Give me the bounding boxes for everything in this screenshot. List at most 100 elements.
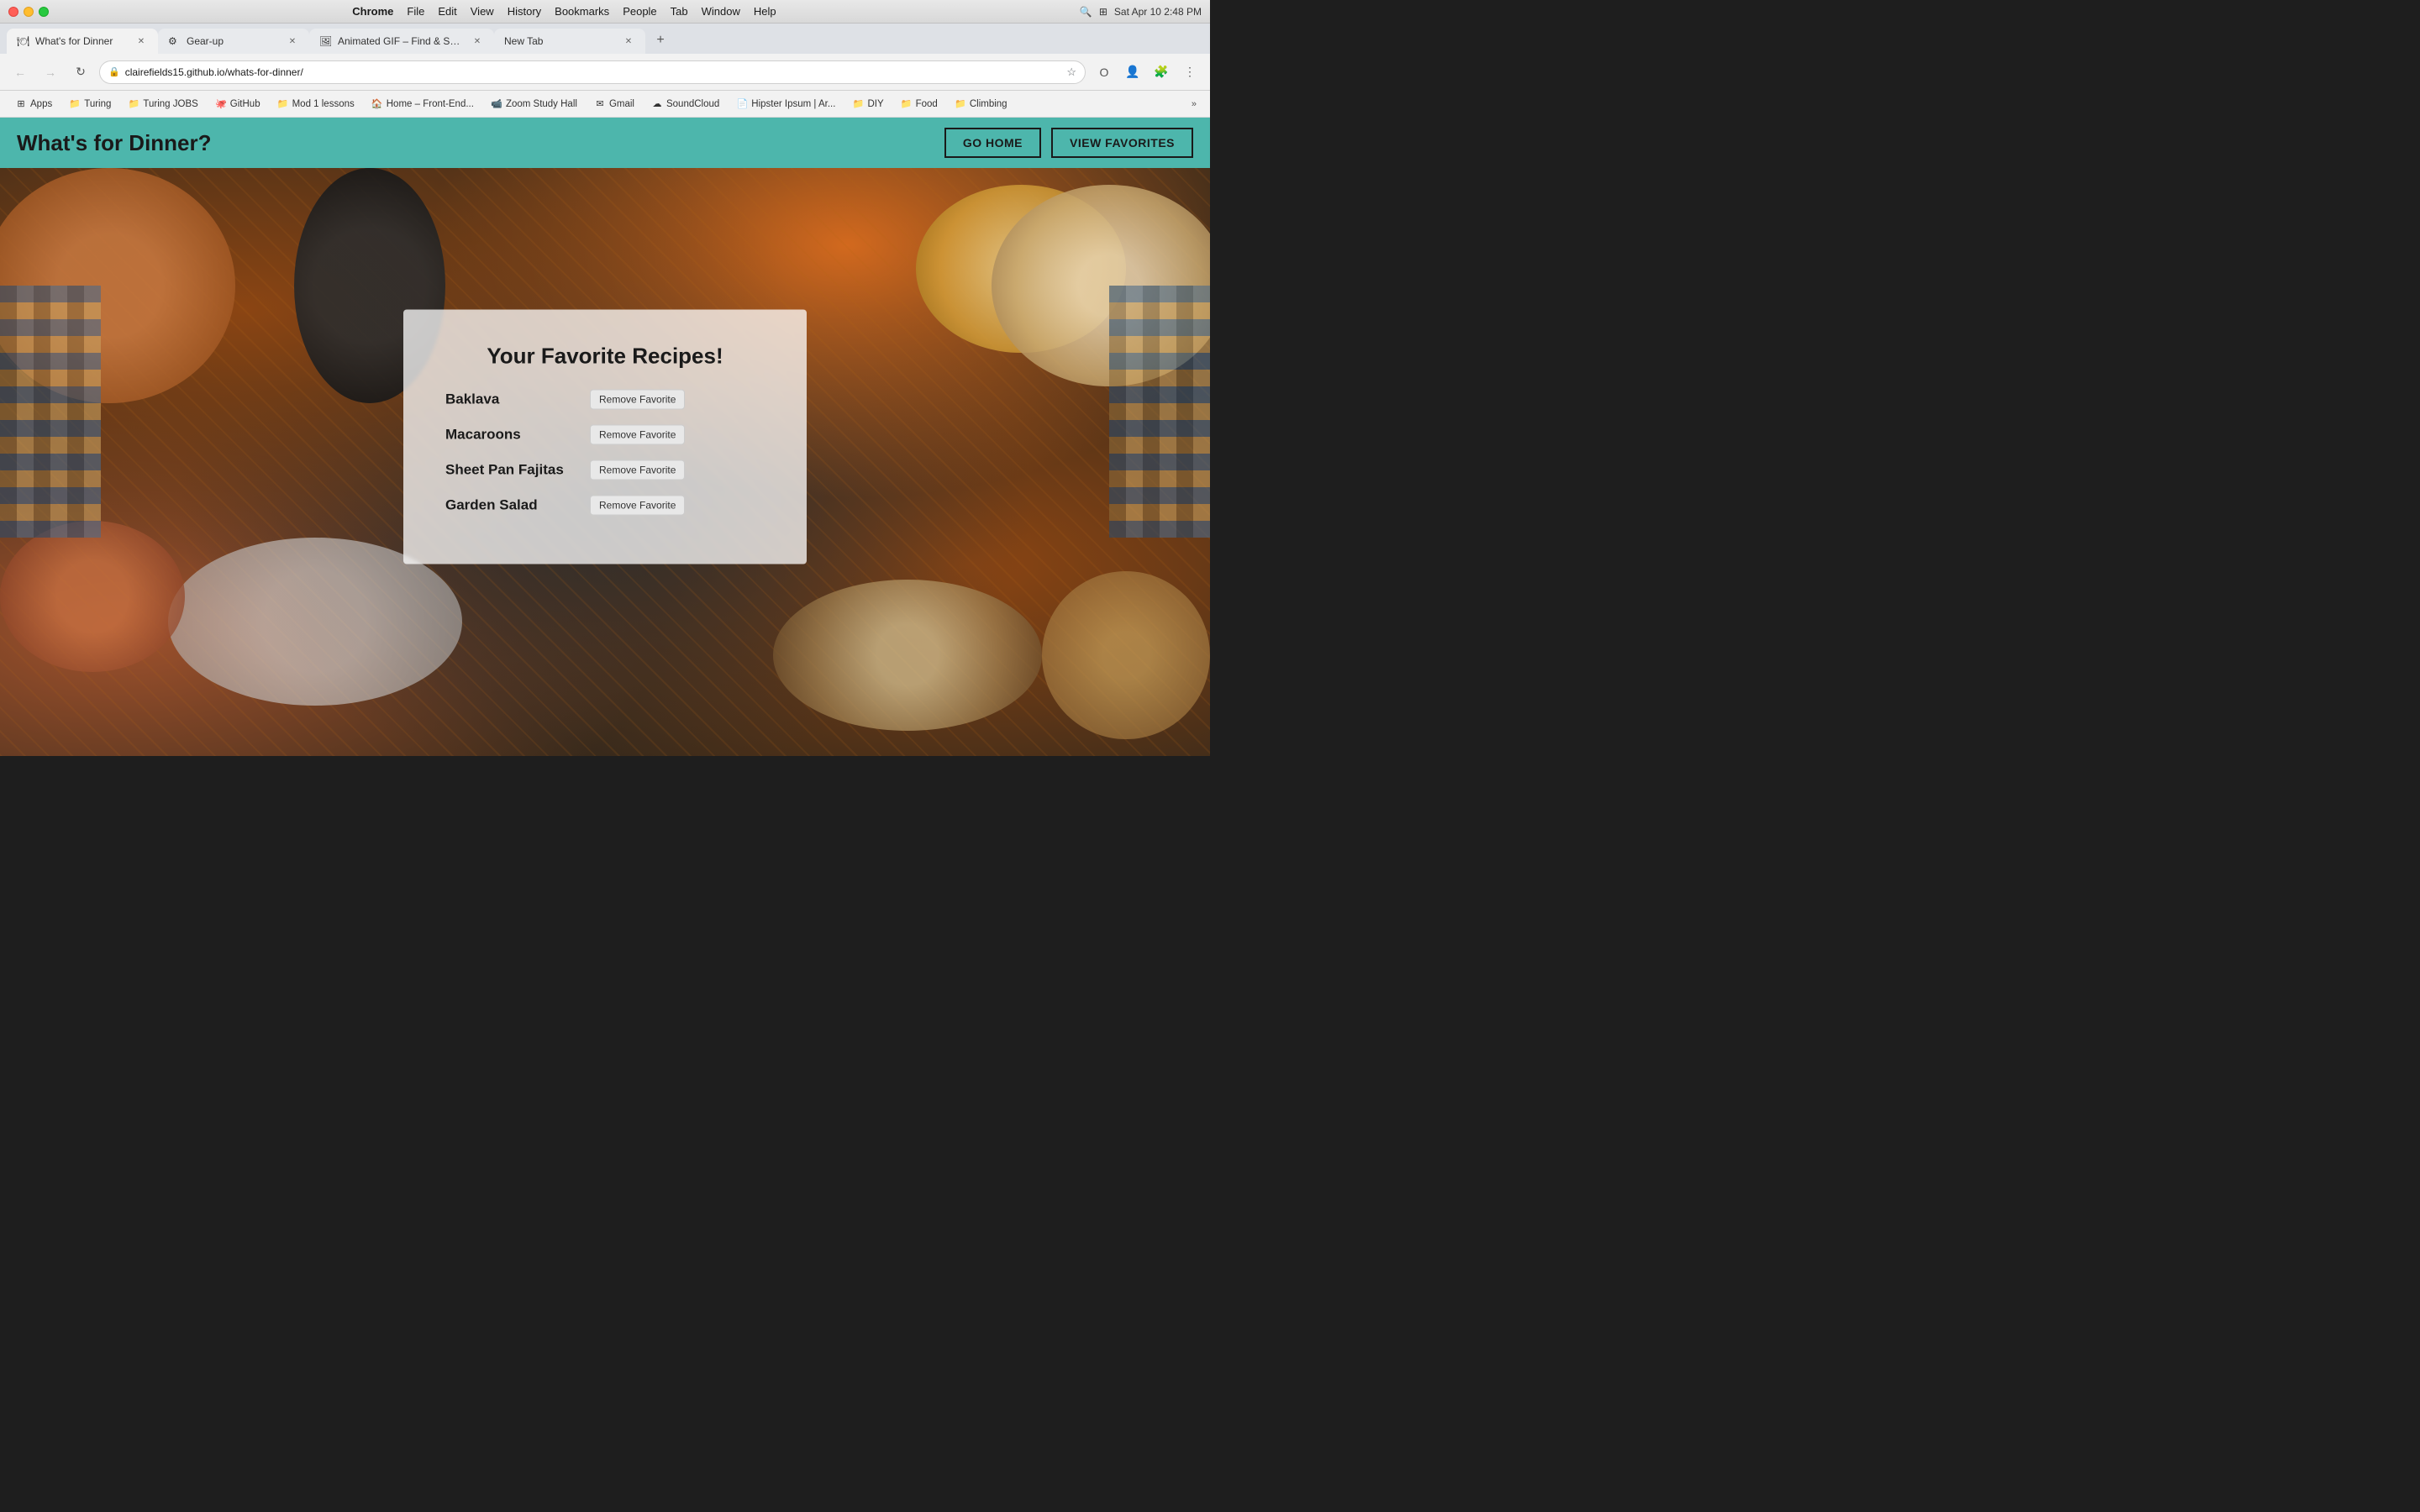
recipe-name-macaroons: Macaroons <box>445 427 580 444</box>
tab2-favicon: ⚙ <box>168 35 180 47</box>
tab2-title: Gear-up <box>187 35 279 47</box>
tab-gear-up[interactable]: ⚙ Gear-up ✕ <box>158 29 309 54</box>
bookmark-diy-label: DIY <box>867 99 883 109</box>
spotlight-icon[interactable]: 🔍 <box>1080 6 1092 18</box>
recipe-item-macaroons: Macaroons Remove Favorite <box>445 425 765 445</box>
recipe-item-baklava: Baklava Remove Favorite <box>445 390 765 410</box>
bookmark-mod1-label: Mod 1 lessons <box>292 99 355 109</box>
bookmark-star-icon[interactable]: ☆ <box>1066 66 1076 79</box>
titlebar-left <box>8 7 49 17</box>
folder-icon-2: 📁 <box>128 98 139 110</box>
extensions-icon[interactable]: 🧩 <box>1150 60 1173 84</box>
clock: Sat Apr 10 2:48 PM <box>1114 6 1202 18</box>
tab-animated-gif[interactable]: 🖼 Animated GIF – Find & Share Or... ✕ <box>309 29 494 54</box>
tab4-close[interactable]: ✕ <box>622 34 635 48</box>
tab1-title: What's for Dinner <box>35 35 128 47</box>
recipe-name-baklava: Baklava <box>445 391 580 408</box>
bookmark-gmail-label: Gmail <box>609 99 634 109</box>
menu-view[interactable]: View <box>471 5 494 18</box>
food-patch-4 <box>1042 571 1210 739</box>
menu-help[interactable]: Help <box>754 5 776 18</box>
bookmark-github-label: GitHub <box>230 99 260 109</box>
bookmark-mod1[interactable]: 📁 Mod 1 lessons <box>271 95 361 113</box>
tab-whats-for-dinner[interactable]: 🍽 What's for Dinner ✕ <box>7 29 158 54</box>
github-icon: 🐙 <box>215 98 227 110</box>
menu-window[interactable]: Window <box>702 5 740 18</box>
bookmark-turing-jobs-label: Turing JOBS <box>143 99 197 109</box>
app-content: What's for Dinner? GO HOME VIEW FAVORITE… <box>0 118 1210 756</box>
bookmark-gmail[interactable]: ✉ Gmail <box>587 95 641 113</box>
settings-icon[interactable]: ⋮ <box>1178 60 1202 84</box>
bookmark-diy[interactable]: 📁 DIY <box>845 95 890 113</box>
bookmark-food[interactable]: 📁 Food <box>894 95 944 113</box>
reload-button[interactable]: ↻ <box>69 60 92 84</box>
remove-macaroons-button[interactable]: Remove Favorite <box>590 425 685 445</box>
bookmarks-more-button[interactable]: » <box>1186 96 1202 113</box>
recipe-name-sheet-pan-fajitas: Sheet Pan Fajitas <box>445 462 580 479</box>
recipe-item-sheet-pan-fajitas: Sheet Pan Fajitas Remove Favorite <box>445 460 765 480</box>
view-favorites-button[interactable]: VIEW FAVORITES <box>1051 128 1193 158</box>
tab4-title: New Tab <box>504 35 615 47</box>
forward-button[interactable]: → <box>39 60 62 84</box>
bookmark-climbing[interactable]: 📁 Climbing <box>948 95 1014 113</box>
menu-edit[interactable]: Edit <box>438 5 456 18</box>
bookmark-home-frontend[interactable]: 🏠 Home – Front-End... <box>365 95 481 113</box>
control-center-icon[interactable]: ⊞ <box>1099 6 1107 18</box>
bookmark-turing-jobs[interactable]: 📁 Turing JOBS <box>121 95 204 113</box>
favorites-title: Your Favorite Recipes! <box>445 344 765 370</box>
tab3-favicon: 🖼 <box>319 35 331 47</box>
security-icon: 🔒 <box>108 66 120 77</box>
tab2-close[interactable]: ✕ <box>286 34 299 48</box>
soundcloud-icon: ☁ <box>651 98 663 110</box>
go-home-button[interactable]: GO HOME <box>944 128 1041 158</box>
address-bar[interactable]: 🔒 clairefields15.github.io/whats-for-din… <box>99 60 1086 84</box>
menu-people[interactable]: People <box>623 5 656 18</box>
menu-bookmarks[interactable]: Bookmarks <box>555 5 609 18</box>
doc-icon: 📄 <box>736 98 748 110</box>
menu-chrome[interactable]: Chrome <box>352 5 393 18</box>
bookmark-apps-label: Apps <box>30 99 52 109</box>
tab3-close[interactable]: ✕ <box>471 34 484 48</box>
bookmark-turing[interactable]: 📁 Turing <box>62 95 118 113</box>
traffic-lights <box>8 7 49 17</box>
remove-garden-salad-button[interactable]: Remove Favorite <box>590 496 685 516</box>
toolbar: ← → ↻ 🔒 clairefields15.github.io/whats-f… <box>0 54 1210 91</box>
profile-icon[interactable]: 👤 <box>1121 60 1144 84</box>
bookmark-soundcloud[interactable]: ☁ SoundCloud <box>644 95 726 113</box>
tab-new-tab[interactable]: New Tab ✕ <box>494 29 645 54</box>
system-icons: 🔍 ⊞ Sat Apr 10 2:48 PM <box>1080 6 1202 18</box>
nav-buttons: GO HOME VIEW FAVORITES <box>944 128 1193 158</box>
bookmark-soundcloud-label: SoundCloud <box>666 99 719 109</box>
new-tab-button[interactable]: + <box>649 29 672 52</box>
folder-icon-5: 📁 <box>901 98 913 110</box>
folder-icon-3: 📁 <box>277 98 289 110</box>
minimize-button[interactable] <box>24 7 34 17</box>
bookmark-climbing-label: Climbing <box>970 99 1007 109</box>
menu-tab[interactable]: Tab <box>671 5 688 18</box>
apps-icon: ⊞ <box>15 98 27 110</box>
url-text: clairefields15.github.io/whats-for-dinne… <box>125 66 1062 78</box>
gmail-icon: ✉ <box>594 98 606 110</box>
menu-history[interactable]: History <box>508 5 541 18</box>
bookmark-home-frontend-label: Home – Front-End... <box>387 99 474 109</box>
bookmark-apps[interactable]: ⊞ Apps <box>8 95 59 113</box>
bookmark-zoom-label: Zoom Study Hall <box>506 99 577 109</box>
bookmark-food-label: Food <box>916 99 938 109</box>
back-button[interactable]: ← <box>8 60 32 84</box>
maximize-button[interactable] <box>39 7 49 17</box>
bookmark-github[interactable]: 🐙 GitHub <box>208 95 267 113</box>
tab3-title: Animated GIF – Find & Share Or... <box>338 35 464 47</box>
recipe-name-garden-salad: Garden Salad <box>445 497 580 514</box>
favorites-panel: Your Favorite Recipes! Baklava Remove Fa… <box>403 310 807 564</box>
bookmark-zoom[interactable]: 📹 Zoom Study Hall <box>484 95 584 113</box>
remove-sheet-pan-fajitas-button[interactable]: Remove Favorite <box>590 460 685 480</box>
recipe-item-garden-salad: Garden Salad Remove Favorite <box>445 496 765 516</box>
tab1-close[interactable]: ✕ <box>134 34 148 48</box>
menu-file[interactable]: File <box>407 5 424 18</box>
app-navbar: What's for Dinner? GO HOME VIEW FAVORITE… <box>0 118 1210 168</box>
bookmark-hipster[interactable]: 📄 Hipster Ipsum | Ar... <box>729 95 842 113</box>
titlebar: Chrome File Edit View History Bookmarks … <box>0 0 1210 24</box>
close-button[interactable] <box>8 7 18 17</box>
remove-baklava-button[interactable]: Remove Favorite <box>590 390 685 410</box>
opera-icon[interactable]: O <box>1092 60 1116 84</box>
